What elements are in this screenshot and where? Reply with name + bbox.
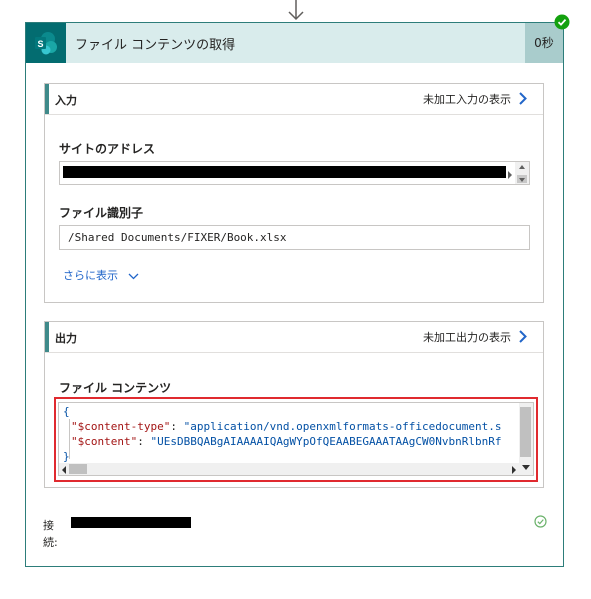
json-value-content: "UEsDBBQABgAIAAAAIQAgWYpOfQEAABEGAAATAAg… (150, 435, 502, 448)
site-address-scrollbar[interactable] (515, 162, 529, 184)
file-content-label: ファイル コンテンツ (59, 381, 172, 395)
scroll-right-icon[interactable] (511, 466, 517, 474)
output-section-title: 出力 (55, 332, 77, 345)
file-content-highlight: { "$content-type": "application/vnd.open… (54, 397, 538, 482)
scroll-down-icon[interactable] (522, 465, 530, 471)
flow-arrow-icon (288, 0, 304, 21)
file-content-json-viewer[interactable]: { "$content-type": "application/vnd.open… (58, 402, 534, 476)
input-section: 入力 未加工入力の表示 サイトのアドレス ファイル識別子 /Shared Doc… (44, 83, 544, 303)
show-raw-input-link[interactable]: 未加工入力の表示 (423, 91, 511, 107)
json-line-content: "$content": "UEsDBBQABgAIAAAAIQAgWYpOfQE… (71, 435, 501, 448)
json-horizontal-scrollbar[interactable] (59, 463, 521, 475)
json-line-content-type: "$content-type": "application/vnd.openxm… (71, 420, 501, 433)
chevron-right-icon[interactable] (519, 330, 527, 343)
show-more-link[interactable]: さらに表示 (63, 267, 139, 283)
file-id-value: /Shared Documents/FIXER/Book.xlsx (68, 231, 287, 244)
file-id-label: ファイル識別子 (59, 206, 144, 220)
redacted-site-address (63, 166, 506, 178)
json-separator: : (170, 420, 184, 433)
action-card-header[interactable]: S ファイル コンテンツの取得 0秒 (26, 23, 563, 63)
action-card: S ファイル コンテンツの取得 0秒 入力 未加工入力の表示 サイトのアドレス (25, 22, 564, 567)
json-key-content-type: "$content-type" (71, 420, 171, 433)
chevron-right-icon[interactable] (519, 92, 527, 105)
json-separator: : (137, 435, 151, 448)
scroll-left-icon[interactable] (61, 466, 67, 474)
action-title: ファイル コンテンツの取得 (75, 38, 236, 53)
json-close-brace: } (63, 450, 70, 463)
redacted-connection-name (71, 517, 191, 528)
input-section-title: 入力 (55, 94, 77, 107)
scroll-right-icon[interactable] (507, 171, 513, 179)
show-raw-output-link[interactable]: 未加工出力の表示 (423, 329, 511, 345)
json-key-content: "$content" (71, 435, 138, 448)
connection-label: 接 続: (43, 519, 58, 549)
json-value-content-type: "application/vnd.openxmlformats-officedo… (183, 420, 502, 433)
svg-text:S: S (37, 39, 43, 49)
json-vertical-scrollbar[interactable] (519, 403, 533, 475)
chevron-down-icon (128, 273, 138, 279)
output-section: 出力 未加工出力の表示 ファイル コンテンツ { "$content-type"… (44, 321, 544, 488)
show-more-label: さらに表示 (63, 269, 118, 282)
json-open-brace: { (63, 405, 70, 418)
sharepoint-icon: S (26, 23, 66, 63)
success-check-icon (554, 14, 570, 30)
site-address-label: サイトのアドレス (59, 142, 156, 156)
connection-ok-icon (534, 515, 547, 528)
file-id-field[interactable]: /Shared Documents/FIXER/Book.xlsx (59, 225, 530, 250)
site-address-field[interactable] (59, 161, 530, 185)
